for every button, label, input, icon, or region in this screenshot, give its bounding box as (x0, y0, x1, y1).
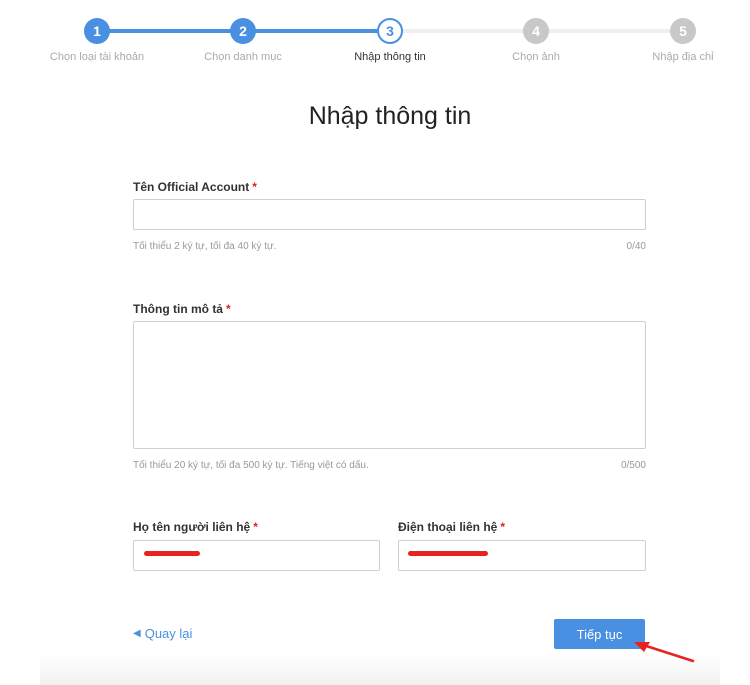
footer-shadow (40, 655, 720, 685)
step-4-number: 4 (523, 18, 549, 44)
redaction-mark (408, 551, 488, 556)
progress-stepper: 1 2 3 4 5 Chọn loại tài khoản Chọn danh … (0, 0, 750, 80)
contact-phone-label-text: Điện thoại liên hệ (398, 520, 498, 534)
description-counter: 0/500 (620, 460, 646, 471)
step-4-label: Chọn ảnh (512, 51, 560, 63)
description-label-text: Thông tin mô tả (133, 302, 223, 316)
required-mark: * (500, 520, 506, 534)
description-textarea[interactable] (133, 321, 646, 449)
description-hint: Tối thiểu 20 ký tự, tối đa 500 ký tự. Ti… (133, 460, 369, 471)
contact-name-label: Họ tên người liên hệ * (133, 520, 258, 534)
back-link[interactable]: ◀ Quay lại (133, 626, 192, 641)
step-2-label: Chọn danh mục (204, 51, 282, 63)
contact-phone-label: Điện thoại liên hệ * (398, 520, 505, 534)
step-connector-4-5 (536, 29, 683, 33)
page-title: Nhập thông tin (308, 102, 472, 130)
required-mark: * (252, 180, 257, 194)
oa-name-label-text: Tên Official Account (133, 180, 250, 194)
step-connector-1-2 (97, 29, 243, 33)
step-1-number: 1 (84, 18, 110, 44)
required-mark: * (253, 520, 258, 534)
oa-name-label: Tên Official Account * (133, 180, 257, 194)
required-mark: * (225, 302, 231, 316)
step-3-number: 3 (377, 18, 403, 44)
step-1-label: Chọn loại tài khoản (49, 51, 145, 63)
back-label: Quay lại (144, 626, 193, 641)
step-connector-3-4 (390, 29, 536, 33)
step-5-label: Nhập địa chỉ (652, 51, 714, 63)
contact-name-label-text: Họ tên người liên hệ (133, 520, 251, 534)
step-3-label: Nhập thông tin (354, 51, 426, 63)
redaction-mark (144, 551, 200, 556)
step-2-number: 2 (230, 18, 256, 44)
step-connector-2-3 (243, 29, 390, 33)
oa-name-counter: 0/40 (626, 241, 646, 252)
oa-name-input[interactable] (133, 199, 646, 230)
oa-name-hint: Tối thiểu 2 ký tự, tối đa 40 ký tự. (133, 241, 277, 252)
description-label: Thông tin mô tả * (133, 302, 231, 316)
step-5-number: 5 (670, 18, 696, 44)
caret-left-icon: ◀ (133, 628, 141, 639)
